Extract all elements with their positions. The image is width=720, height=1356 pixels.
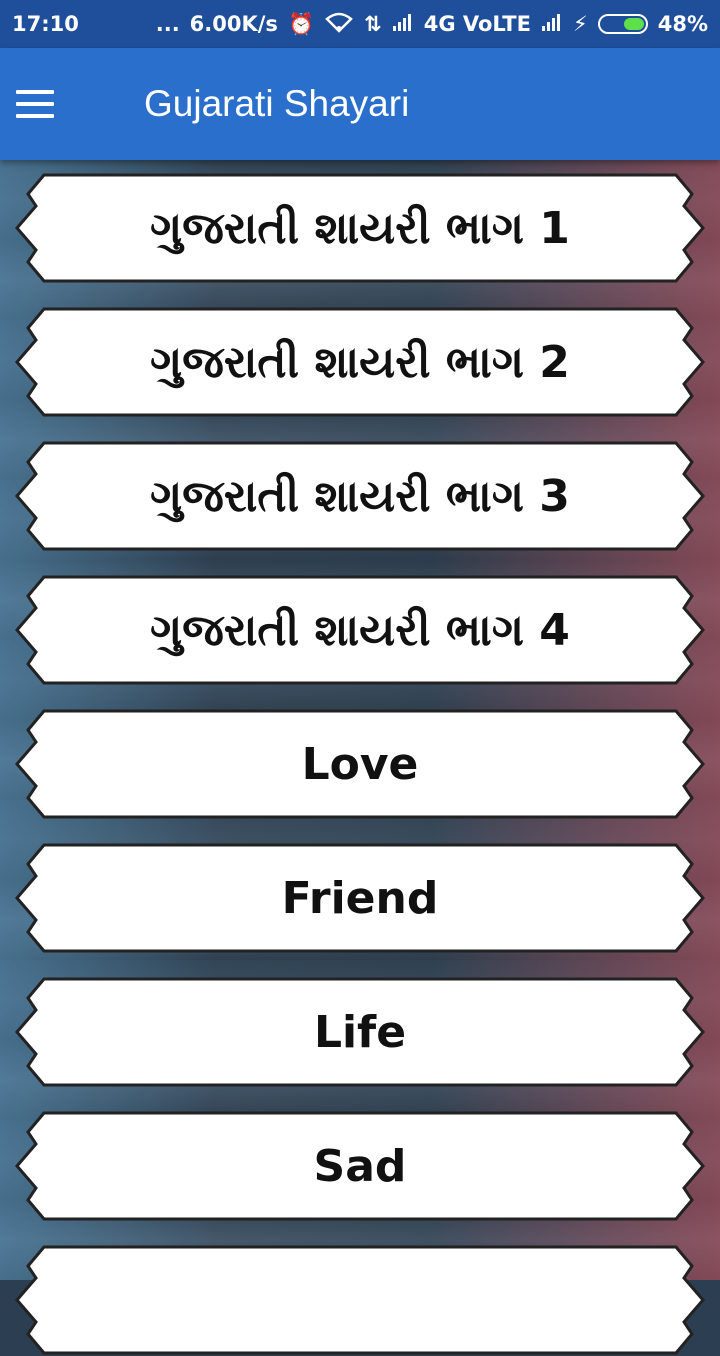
category-item[interactable]: Friend: [14, 842, 706, 954]
category-item[interactable]: ગુજરાતી શાયરી ભાગ 3: [14, 440, 706, 552]
battery-icon: [597, 14, 648, 34]
category-item-label: ગુજરાતી શાયરી ભાગ 3: [150, 470, 570, 522]
signal-icon-2: [541, 12, 563, 37]
network-type: 4G VoLTE: [423, 12, 531, 36]
status-dots: ...: [155, 12, 180, 36]
app-title: Gujarati Shayari: [144, 83, 410, 124]
status-right: ... 6.00K/s ⏰ ⇅ 4G VoLTE ⚡ 48%: [156, 11, 708, 38]
category-item-label: Life: [313, 1006, 407, 1058]
category-item[interactable]: Love: [14, 708, 706, 820]
hamburger-menu-icon[interactable]: [16, 48, 96, 160]
category-item-label: [14, 1244, 706, 1356]
category-item-label: ગુજરાતી શાયરી ભાગ 4: [150, 604, 570, 656]
category-item-label: Love: [301, 738, 419, 790]
wifi-icon: [324, 11, 354, 38]
category-item[interactable]: ગુજરાતી શાયરી ભાગ 4: [14, 574, 706, 686]
data-arrows-icon: ⇅: [364, 12, 382, 36]
category-item-label: ગુજરાતી શાયરી ભાગ 1: [150, 202, 570, 254]
category-item[interactable]: ગુજરાતી શાયરી ભાગ 1: [14, 172, 706, 284]
category-item[interactable]: [14, 1244, 706, 1356]
charging-icon: ⚡: [572, 12, 588, 36]
category-item[interactable]: Life: [14, 976, 706, 1088]
category-item[interactable]: ગુજરાતી શાયરી ભાગ 2: [14, 306, 706, 418]
category-item-label: ગુજરાતી શાયરી ભાગ 2: [150, 336, 570, 388]
status-time: 17:10: [12, 12, 79, 36]
network-speed: 6.00K/s: [189, 12, 278, 36]
status-bar: 17:10 ... 6.00K/s ⏰ ⇅ 4G VoLTE ⚡ 48%: [0, 0, 720, 48]
category-item[interactable]: Sad: [14, 1110, 706, 1222]
category-item-label: Sad: [313, 1140, 407, 1192]
app-bar: Gujarati Shayari: [0, 48, 720, 160]
category-item-label: Friend: [281, 872, 439, 924]
battery-percent: 48%: [657, 12, 708, 36]
alarm-icon: ⏰: [287, 11, 315, 36]
signal-icon: [392, 12, 414, 37]
